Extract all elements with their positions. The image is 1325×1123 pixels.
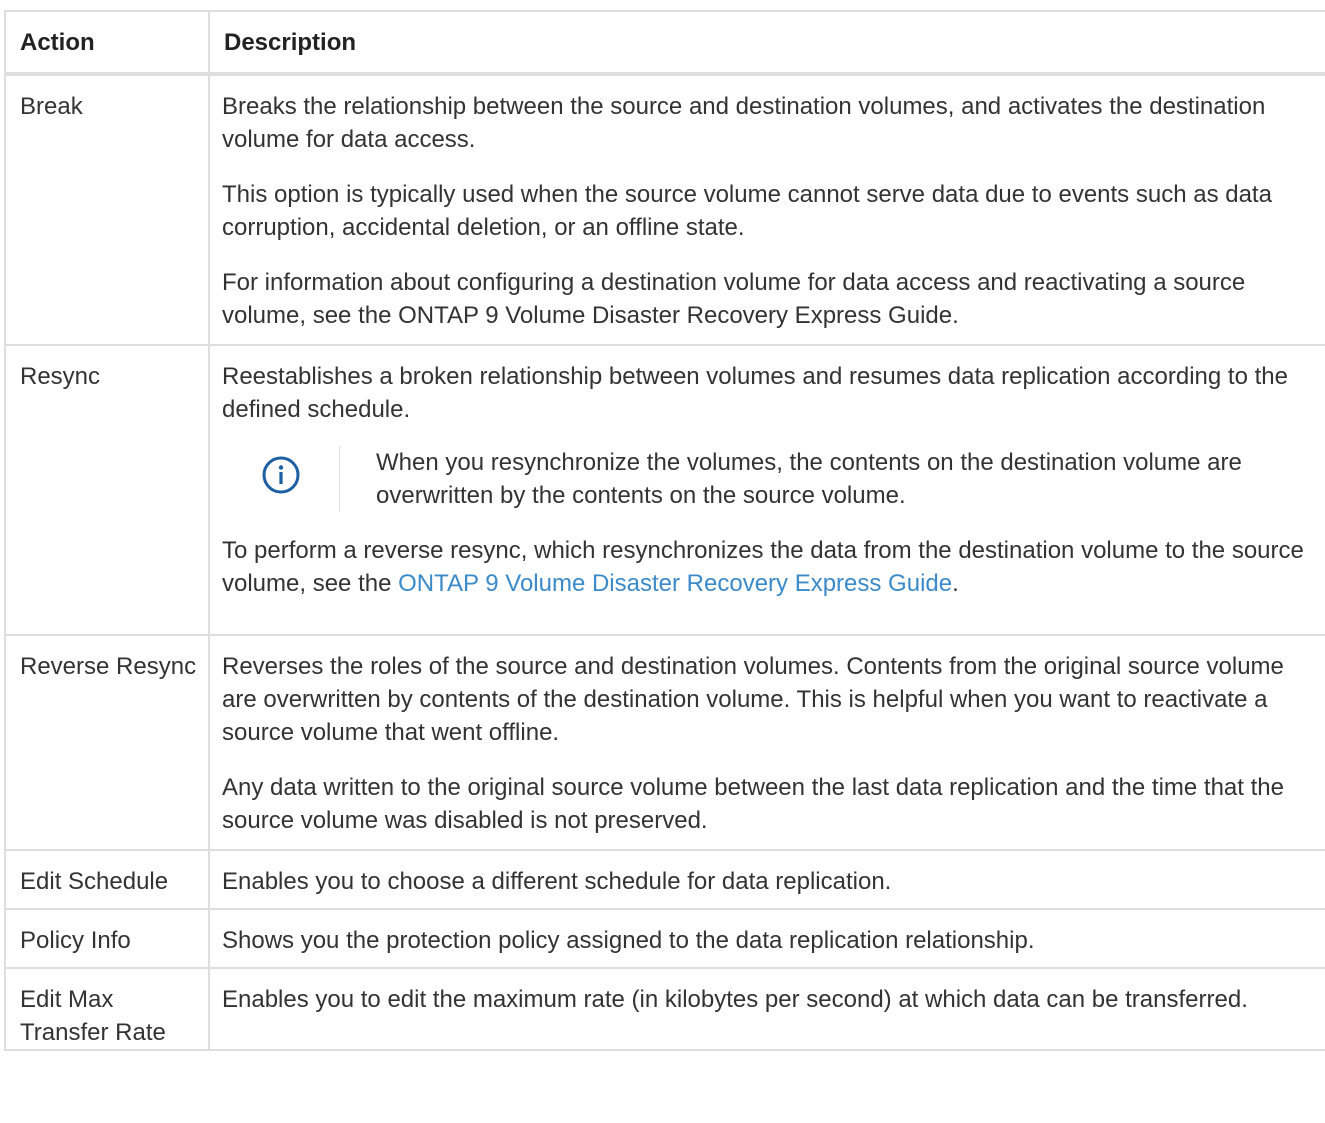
table-row-resync: Resync Reestablishes a broken relationsh… xyxy=(4,344,1325,636)
table-row-edit-schedule: Edit Schedule Enables you to choose a di… xyxy=(4,849,1325,910)
action-name: Edit Schedule xyxy=(4,849,210,910)
action-name: Edit Max Transfer Rate xyxy=(4,967,210,1051)
table-header-row: Action Description xyxy=(4,10,1325,76)
description-paragraph: Enables you to edit the maximum rate (in… xyxy=(222,986,1248,1013)
action-name: Break xyxy=(4,73,210,346)
description-paragraph: Shows you the protection policy assigned… xyxy=(222,927,1035,954)
note-icon-column xyxy=(222,446,340,512)
info-icon xyxy=(261,455,301,504)
action-name: Resync xyxy=(4,344,210,636)
description-paragraph: Reverses the roles of the source and des… xyxy=(222,653,1284,746)
text-after-link: . xyxy=(952,570,959,597)
action-name: Policy Info xyxy=(4,908,210,969)
description-paragraph: Reestablishes a broken relationship betw… xyxy=(222,363,1288,423)
description-paragraph: For information about configuring a dest… xyxy=(222,269,1246,329)
description-paragraph: To perform a reverse resync, which resyn… xyxy=(222,534,1319,600)
action-name: Reverse Resync xyxy=(4,634,210,851)
description-paragraph: Breaks the relationship between the sour… xyxy=(222,93,1266,153)
express-guide-link[interactable]: ONTAP 9 Volume Disaster Recovery Express… xyxy=(398,570,952,597)
header-description: Description xyxy=(208,10,1325,76)
action-description: Enables you to choose a different schedu… xyxy=(208,849,1325,910)
table-row-reverse-resync: Reverse Resync Reverses the roles of the… xyxy=(4,634,1325,851)
table-row-policy-info: Policy Info Shows you the protection pol… xyxy=(4,908,1325,969)
action-description: Breaks the relationship between the sour… xyxy=(208,73,1325,346)
description-paragraph: Any data written to the original source … xyxy=(222,774,1284,834)
table-row-edit-max-transfer-rate: Edit Max Transfer Rate Enables you to ed… xyxy=(4,967,1325,1051)
action-description: Enables you to edit the maximum rate (in… xyxy=(208,967,1325,1051)
actions-table: Action Description Break Breaks the rela… xyxy=(4,10,1325,1051)
description-paragraph: This option is typically used when the s… xyxy=(222,181,1272,241)
action-description: Reestablishes a broken relationship betw… xyxy=(208,344,1325,636)
note-text: When you resynchronize the volumes, the … xyxy=(376,449,1242,509)
action-description: Reverses the roles of the source and des… xyxy=(208,634,1325,851)
table-row-break: Break Breaks the relationship between th… xyxy=(4,73,1325,346)
header-action: Action xyxy=(4,10,210,76)
info-note: When you resynchronize the volumes, the … xyxy=(222,446,1319,512)
action-description: Shows you the protection policy assigned… xyxy=(208,908,1325,969)
description-paragraph: Enables you to choose a different schedu… xyxy=(222,868,892,895)
